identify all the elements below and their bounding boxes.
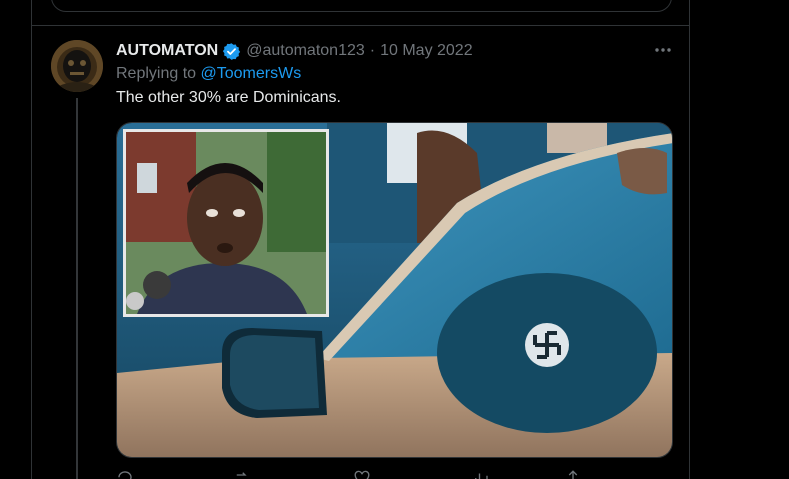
author-name[interactable]: AUTOMATON: [116, 42, 218, 60]
reply-icon[interactable]: [116, 469, 134, 479]
author-handle[interactable]: @automaton123: [246, 42, 365, 60]
more-options-icon[interactable]: [652, 40, 674, 60]
replying-to-label: Replying to: [116, 65, 197, 82]
previous-tweet-card[interactable]: [51, 0, 672, 12]
author-avatar[interactable]: [51, 40, 103, 92]
media-photo: [117, 123, 672, 457]
share-icon[interactable]: [564, 469, 582, 479]
avatar-image: [51, 40, 103, 92]
retweet-icon[interactable]: [233, 469, 251, 479]
replying-to-mention[interactable]: @ToomersWs: [201, 65, 302, 82]
header-separator: ·: [369, 42, 376, 59]
tweet-date[interactable]: 10 May 2022: [380, 42, 473, 60]
tweet-divider: [32, 25, 689, 26]
timeline-column: AUTOMATON @automaton123 · 10 May 2022 Re…: [31, 0, 690, 479]
timeline-viewport: AUTOMATON @automaton123 · 10 May 2022 Re…: [0, 0, 789, 479]
thread-line: [76, 98, 78, 479]
tweet-media-image[interactable]: [116, 122, 673, 458]
like-icon[interactable]: [353, 469, 371, 479]
views-icon[interactable]: [472, 469, 490, 479]
tweet-text: The other 30% are Dominicans.: [116, 89, 341, 106]
replying-to-line: Replying to @ToomersWs: [116, 65, 301, 83]
verified-badge-icon[interactable]: [222, 42, 241, 61]
tweet-actions-bar: [116, 469, 673, 479]
tweet-header: AUTOMATON @automaton123 · 10 May 2022: [116, 40, 473, 62]
